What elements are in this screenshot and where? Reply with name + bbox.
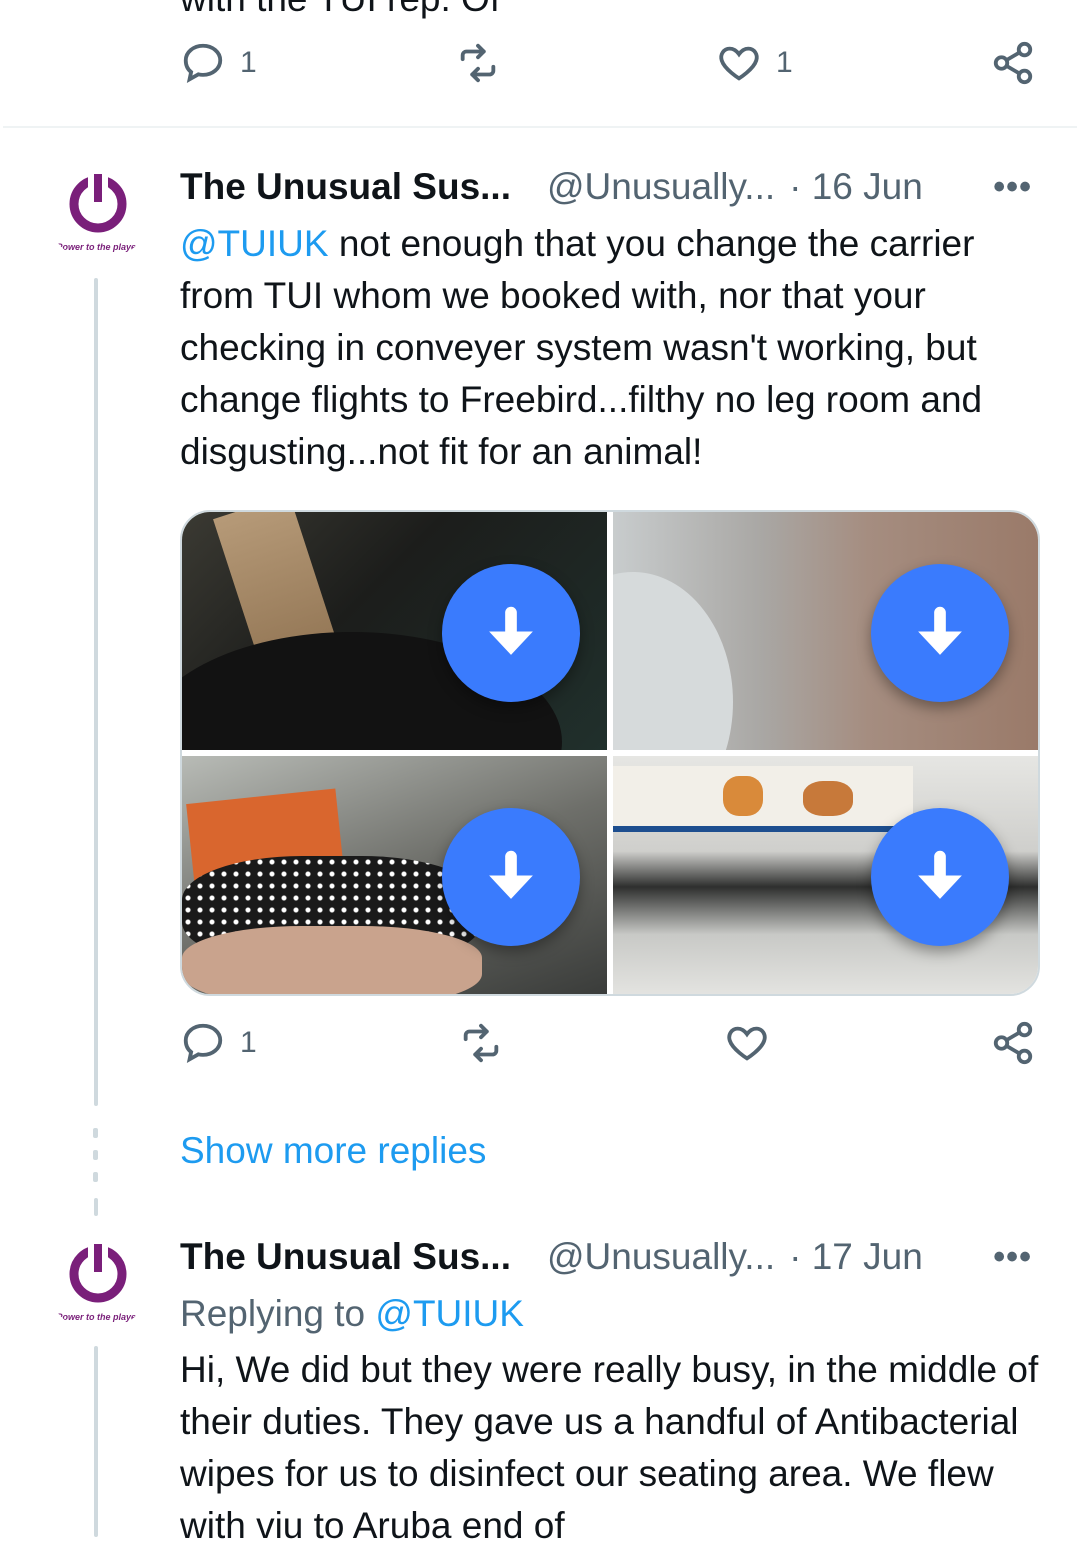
media-photo-4[interactable] bbox=[613, 756, 1038, 994]
retweet-icon bbox=[460, 43, 496, 83]
mention-link[interactable]: @TUIUK bbox=[180, 223, 329, 264]
share-icon bbox=[993, 41, 1033, 85]
reply-button[interactable]: 1 bbox=[180, 1020, 257, 1066]
more-icon[interactable]: ••• bbox=[993, 1238, 1032, 1277]
download-button[interactable] bbox=[442, 564, 580, 702]
reply-icon bbox=[183, 1023, 223, 1064]
mention-link[interactable]: @TUIUK bbox=[375, 1293, 524, 1334]
download-icon bbox=[918, 850, 962, 899]
reply-count: 1 bbox=[240, 1026, 257, 1059]
download-button[interactable] bbox=[871, 564, 1009, 702]
retweet-icon bbox=[463, 1023, 499, 1063]
power-icon: Power to the player bbox=[56, 1242, 140, 1322]
replying-prefix: Replying to bbox=[180, 1293, 376, 1334]
replying-to: Replying to @TUIUK bbox=[180, 1288, 1050, 1340]
tweet-actions: 1 bbox=[0, 1020, 1080, 1080]
tweet-header: The Unusual Sus... @Unusually... · 16 Ju… bbox=[180, 164, 923, 210]
photo-detail bbox=[182, 926, 482, 994]
author-name[interactable]: The Unusual Sus... bbox=[180, 1236, 511, 1278]
avatar[interactable]: Power to the player bbox=[46, 1228, 150, 1332]
tweet-text: @TUIUK not enough that you change the ca… bbox=[180, 218, 1050, 478]
media-photo-3[interactable] bbox=[182, 756, 607, 994]
thread-dots bbox=[93, 1128, 99, 1194]
previous-tweet-actions: 1 1 bbox=[0, 40, 1080, 100]
download-button[interactable] bbox=[442, 808, 580, 946]
retweet-button[interactable] bbox=[455, 40, 501, 86]
thread-line bbox=[94, 278, 98, 1106]
share-button[interactable] bbox=[990, 1020, 1036, 1066]
tweet-body: Hi, We did but they were really busy, in… bbox=[180, 1349, 1039, 1546]
share-icon bbox=[993, 1021, 1033, 1065]
thread-line bbox=[94, 1198, 98, 1216]
media-photo-1[interactable] bbox=[182, 512, 607, 750]
author-handle[interactable]: @Unusually... bbox=[547, 166, 775, 208]
retweet-button[interactable] bbox=[458, 1020, 504, 1066]
previous-tweet-text: with the TUI rep. Of bbox=[180, 0, 500, 20]
reply-button[interactable]: 1 bbox=[180, 40, 257, 86]
like-icon bbox=[727, 1026, 767, 1061]
like-icon bbox=[719, 46, 759, 81]
download-button[interactable] bbox=[871, 808, 1009, 946]
like-button[interactable] bbox=[724, 1020, 770, 1066]
show-more-replies-link[interactable]: Show more replies bbox=[180, 1130, 486, 1172]
like-count: 1 bbox=[776, 46, 793, 79]
avatar-tagline: Power to the player bbox=[56, 242, 140, 252]
media-photo-2[interactable] bbox=[613, 512, 1038, 750]
power-icon: Power to the player bbox=[56, 172, 140, 252]
tweet-header: The Unusual Sus... @Unusually... · 17 Ju… bbox=[180, 1234, 923, 1280]
media-grid bbox=[180, 510, 1040, 996]
share-button[interactable] bbox=[990, 40, 1036, 86]
thread-line bbox=[94, 1346, 98, 1537]
photo-detail bbox=[613, 766, 913, 832]
author-handle[interactable]: @Unusually... bbox=[547, 1236, 775, 1278]
photo-detail bbox=[803, 781, 853, 816]
tweet-date[interactable]: · 16 Jun bbox=[789, 166, 923, 208]
photo-detail bbox=[613, 572, 733, 750]
more-icon[interactable]: ••• bbox=[993, 168, 1032, 207]
download-icon bbox=[918, 606, 962, 655]
photo-detail bbox=[723, 776, 763, 816]
avatar-tagline: Power to the player bbox=[56, 1312, 140, 1322]
like-button[interactable]: 1 bbox=[716, 40, 793, 86]
author-name[interactable]: The Unusual Sus... bbox=[180, 166, 511, 208]
avatar[interactable]: Power to the player bbox=[46, 158, 150, 262]
tweet-divider bbox=[3, 126, 1077, 128]
reply-icon bbox=[183, 43, 223, 84]
tweet-date[interactable]: · 17 Jun bbox=[789, 1236, 923, 1278]
download-icon bbox=[489, 606, 533, 655]
download-icon bbox=[489, 850, 533, 899]
reply-count: 1 bbox=[240, 46, 257, 79]
